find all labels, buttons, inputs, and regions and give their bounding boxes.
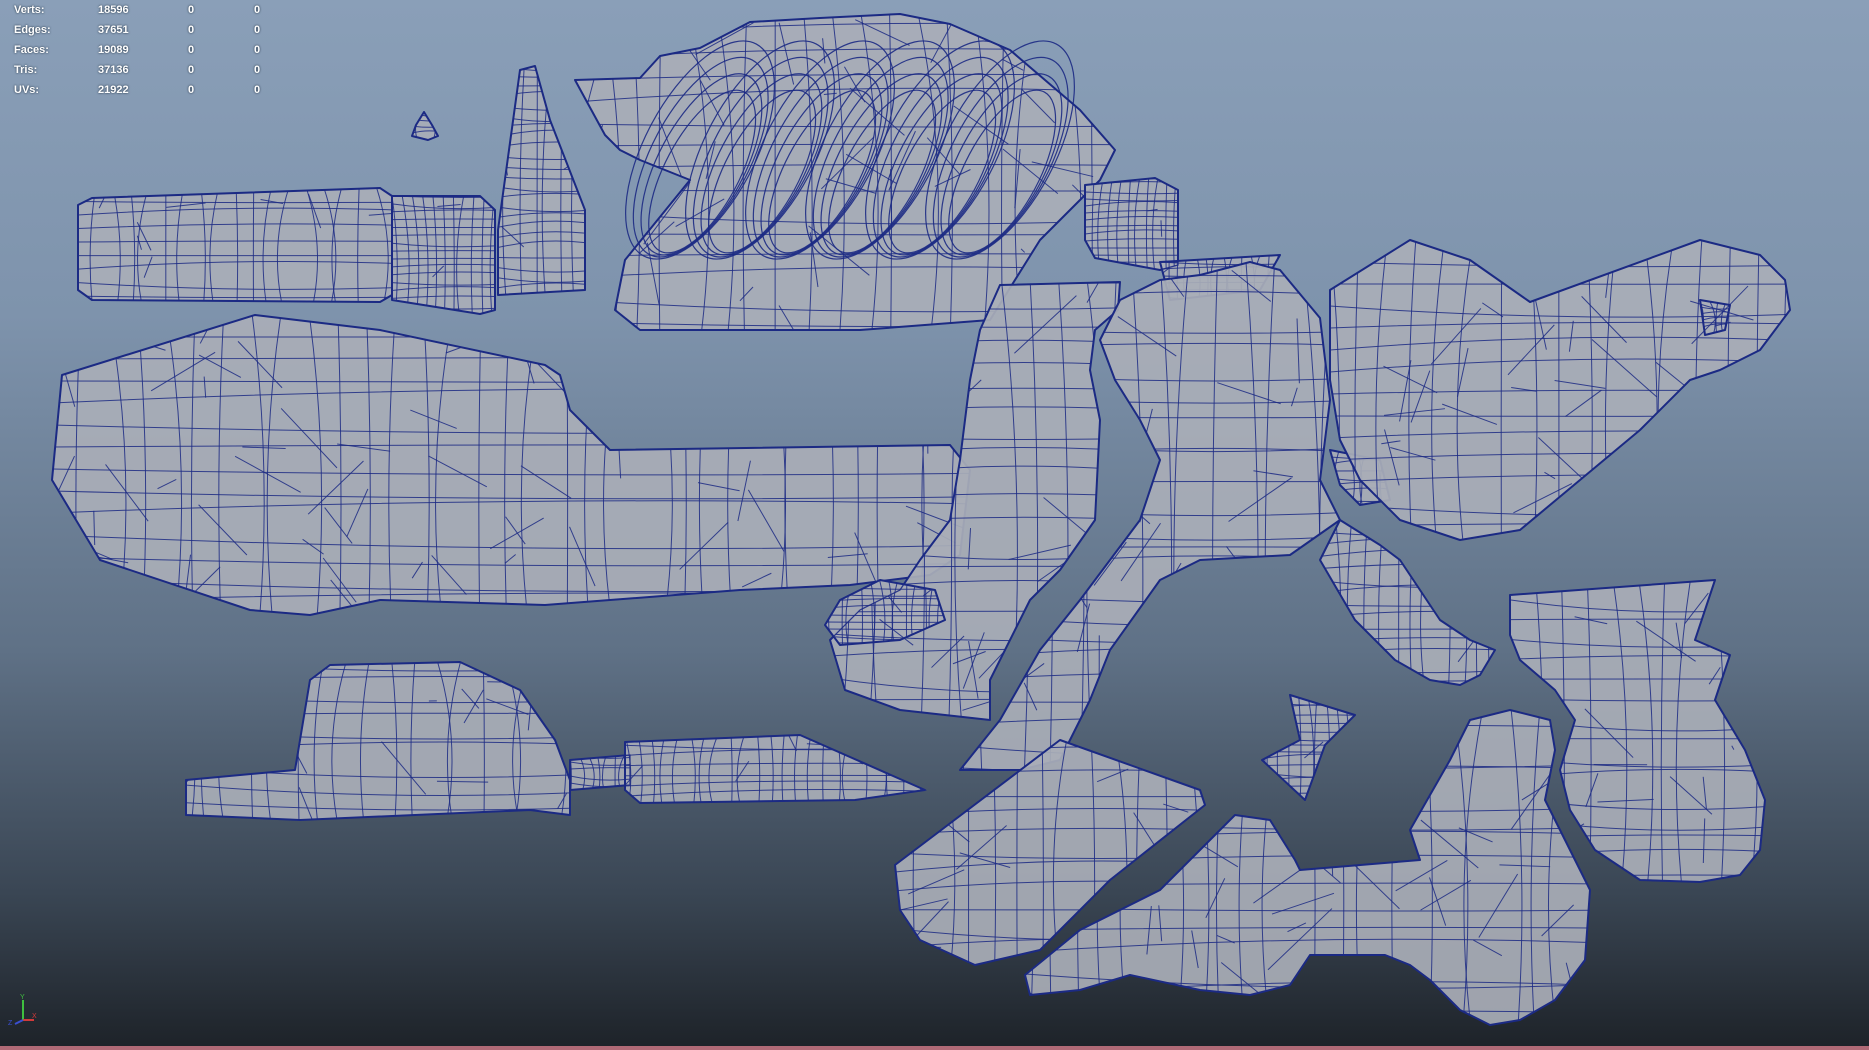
hud-total: 37136 (98, 64, 129, 76)
wireframe-scene[interactable] (0, 0, 1869, 1050)
hud-row-uvs: UVs: 21922 0 0 (14, 80, 274, 100)
hud-row-verts: Verts: 18596 0 0 (14, 0, 274, 20)
mesh-part-barrel-top[interactable] (76, 65, 586, 315)
hud-selected: 0 (188, 24, 195, 36)
hud-label: Tris: (14, 64, 38, 76)
hud-total: 19089 (98, 44, 129, 56)
hud-total: 37651 (98, 24, 129, 36)
axis-z-line (14, 1019, 24, 1025)
axis-z-label: Z (8, 1020, 13, 1026)
axis-x-label: X (32, 1013, 37, 1020)
hud-selected-tri: 0 (254, 44, 261, 56)
mesh-part-lower-receiver[interactable] (176, 656, 928, 821)
hud-selected-tri: 0 (254, 4, 261, 16)
status-line (0, 1046, 1869, 1050)
hud-selected: 0 (188, 84, 195, 96)
mesh-part-hammer[interactable] (1329, 184, 1811, 541)
hud-selected-tri: 0 (254, 64, 261, 76)
hud-label: UVs: (14, 84, 40, 96)
hud-row-faces: Faces: 19089 0 0 (14, 40, 274, 60)
hud-label: Verts: (14, 4, 45, 16)
poly-count-hud: Verts: 18596 0 0 Edges: 37651 0 0 Faces:… (14, 0, 274, 100)
hud-row-tris: Tris: 37136 0 0 (14, 60, 274, 80)
hud-selected: 0 (188, 4, 195, 16)
hud-total: 18596 (98, 4, 129, 16)
mesh-part-small-spring[interactable] (1260, 691, 1357, 802)
hud-total: 21922 (98, 84, 129, 96)
hud-selected: 0 (188, 44, 195, 56)
hud-row-edges: Edges: 37651 0 0 (14, 20, 274, 40)
mesh-part-small-bolt[interactable] (410, 110, 439, 141)
hud-selected: 0 (188, 64, 195, 76)
hud-selected-tri: 0 (254, 24, 261, 36)
maya-3d-viewport[interactable]: Verts: 18596 0 0 Edges: 37651 0 0 Faces:… (0, 0, 1869, 1050)
hud-label: Faces: (14, 44, 49, 56)
axis-y-label: Y (20, 994, 25, 1001)
axis-gizmo-icon: Y X Z (8, 994, 37, 1026)
hud-selected-tri: 0 (254, 84, 261, 96)
hud-label: Edges: (14, 24, 51, 36)
